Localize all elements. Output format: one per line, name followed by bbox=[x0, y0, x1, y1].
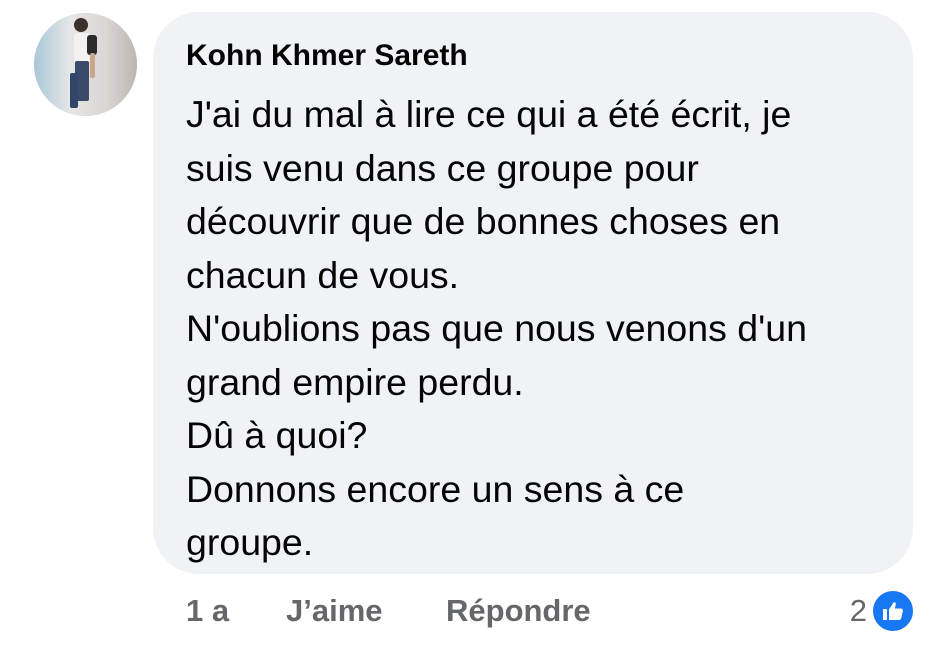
comment-line: groupe. bbox=[186, 521, 314, 563]
comment-bubble: Kohn Khmer Sareth J'ai du mal à lire ce … bbox=[153, 12, 913, 574]
timestamp[interactable]: 1 a bbox=[186, 593, 286, 629]
avatar-photo bbox=[34, 13, 137, 116]
comment-line: N'oublions pas que nous venons d'un bbox=[186, 307, 808, 349]
comment-line: grand empire perdu. bbox=[186, 360, 524, 403]
like-thumb-icon bbox=[871, 589, 915, 633]
like-button[interactable]: J’aime bbox=[286, 593, 446, 629]
comment-line: Dû à quoi? bbox=[186, 414, 368, 456]
comment-line: chacun de vous. bbox=[186, 253, 460, 296]
reaction-count: 2 bbox=[849, 593, 867, 628]
comment-line: découvrir que de bonnes choses en bbox=[186, 200, 781, 242]
comment-line: suis venu dans ce groupe pour bbox=[186, 146, 699, 189]
reply-button[interactable]: Répondre bbox=[446, 593, 591, 629]
author-name[interactable]: Kohn Khmer Sareth bbox=[186, 38, 883, 74]
comment-text: J'ai du mal à lire ce qui a été écrit, j… bbox=[186, 88, 883, 570]
comment-line: J'ai du mal à lire ce qui a été écrit, j… bbox=[186, 93, 792, 135]
comment-actions: 1 a J’aime Répondre bbox=[186, 588, 591, 634]
comment-container: Kohn Khmer Sareth J'ai du mal à lire ce … bbox=[0, 0, 945, 672]
avatar[interactable] bbox=[34, 13, 137, 116]
reaction-summary[interactable]: 2 bbox=[850, 588, 915, 634]
comment-line: Donnons encore un sens à ce bbox=[186, 467, 685, 510]
